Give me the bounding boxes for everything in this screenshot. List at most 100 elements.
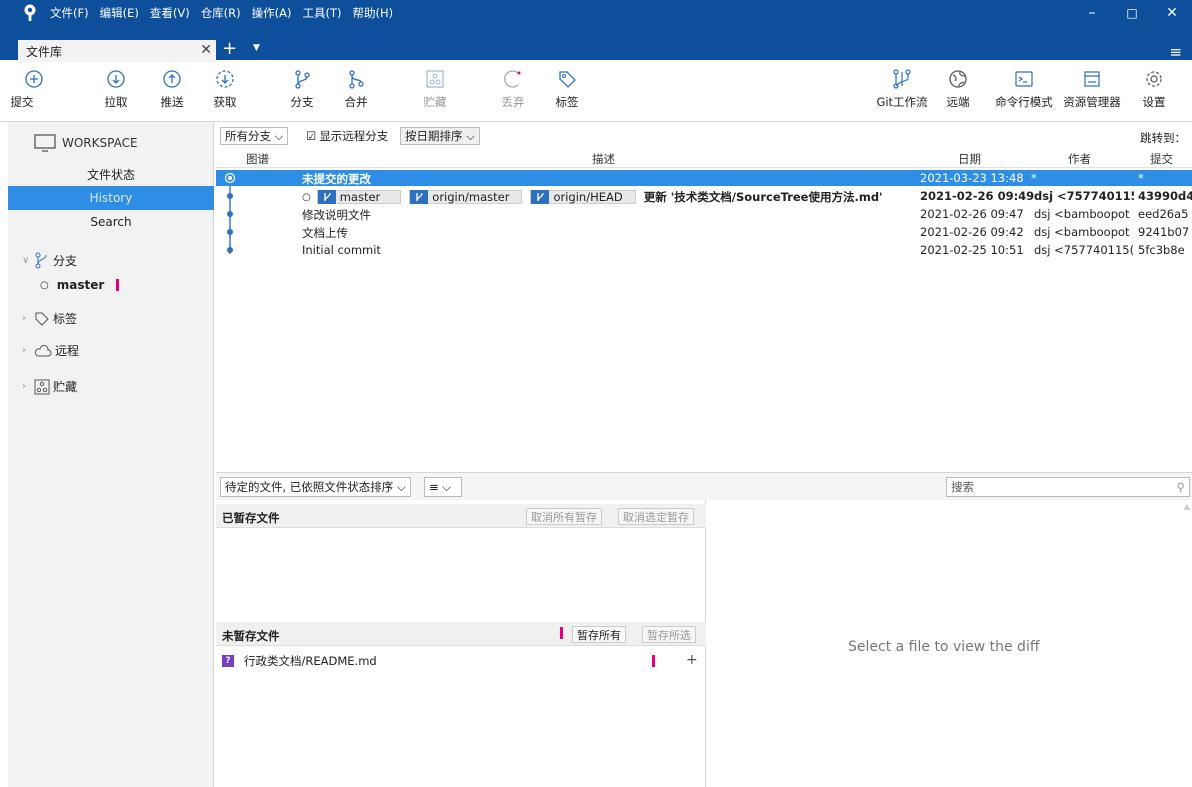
push-button[interactable]: 推送 [142, 68, 202, 110]
stash-icon [425, 68, 445, 90]
show-remote-checkbox[interactable]: ☑ 显示远程分支 [306, 128, 388, 144]
branch-item-master[interactable]: ○ master [40, 278, 120, 292]
menu-actions[interactable]: 操作(A) [252, 5, 292, 21]
table-row[interactable]: 文档上传 2021-02-26 09:42 dsj <bamboopot 924… [216, 224, 1192, 240]
list-item[interactable]: ? 行政类文档/README.md + [222, 652, 702, 670]
maximize-button[interactable]: □ [1112, 0, 1152, 26]
column-description[interactable]: 描述 [592, 151, 615, 167]
sidebar-group-remotes[interactable]: › 远程 [22, 342, 79, 359]
tab-row: 文件库 ✕ + ▼ ≡ [0, 38, 1192, 62]
branch-icon [292, 68, 312, 90]
terminal-icon [1014, 68, 1034, 90]
tab-dropdown-icon[interactable]: ▼ [253, 43, 260, 53]
sidebar-item-file-status[interactable]: 文件状态 [8, 162, 214, 186]
diff-panel: ▲ Select a file to view the diff [706, 500, 1192, 787]
branch-button[interactable]: 分支 [272, 68, 332, 110]
file-search-input[interactable]: 搜索 ⚲ [946, 477, 1190, 497]
repo-tab[interactable]: 文件库 ✕ [18, 40, 216, 62]
sidebar-group-branches[interactable]: ∨ 分支 [22, 251, 77, 269]
discard-icon [503, 68, 523, 90]
column-graph[interactable]: 图谱 [246, 151, 269, 167]
tab-close-icon[interactable]: ✕ [200, 42, 212, 58]
uncommitted-node-icon [224, 172, 236, 184]
column-date[interactable]: 日期 [958, 151, 981, 167]
window-controls: – □ ✕ [1072, 0, 1192, 26]
sidebar-group-stashes[interactable]: › 贮藏 [22, 378, 77, 395]
scroll-up-icon[interactable]: ▲ [1184, 502, 1190, 511]
view-mode-dropdown[interactable]: ≡ ⌵ [424, 477, 462, 497]
pull-button[interactable]: 拉取 [86, 68, 146, 110]
history-filter-bar: 所有分支 ⌵ ☑ 显示远程分支 按日期排序 ⌵ 跳转到： [216, 124, 1192, 146]
menu-bar: 文件(F) 编辑(E) 查看(V) 仓库(R) 操作(A) 工具(T) 帮助(H… [0, 0, 1192, 26]
globe-icon [948, 68, 968, 90]
history-list: 未提交的更改 2021-03-23 13:48 * * ○ master ori… [216, 168, 1192, 470]
commit-button[interactable]: 提交 [4, 68, 64, 110]
tag-button[interactable]: 标签 [537, 68, 597, 110]
minimize-button[interactable]: – [1072, 0, 1112, 26]
branch-filter-dropdown[interactable]: 所有分支 ⌵ [220, 127, 289, 145]
chevron-right-icon: › [22, 345, 26, 356]
table-row[interactable]: 未提交的更改 2021-03-23 13:48 * * [216, 170, 1192, 186]
sort-dropdown[interactable]: 按日期排序 ⌵ [400, 127, 480, 145]
commit-node-icon [227, 229, 233, 235]
marker-bar [560, 627, 563, 639]
unstage-all-button[interactable]: 取消所有暂存 [526, 508, 602, 525]
current-branch-dot-icon: ○ [40, 279, 49, 291]
menu-tools[interactable]: 工具(T) [303, 5, 342, 21]
column-author[interactable]: 作者 [1068, 151, 1091, 167]
close-button[interactable]: ✕ [1152, 0, 1192, 26]
explorer-button[interactable]: 资源管理器 [1062, 68, 1122, 110]
menu-help[interactable]: 帮助(H) [353, 5, 394, 21]
diff-placeholder: Select a file to view the diff [848, 639, 1040, 655]
pull-icon [106, 68, 126, 90]
column-commit[interactable]: 提交 [1150, 151, 1173, 167]
stage-file-plus-icon[interactable]: + [686, 652, 698, 668]
jump-to-label[interactable]: 跳转到： [1140, 130, 1186, 146]
new-tab-button[interactable]: + [222, 38, 237, 59]
search-icon: ⚲ [1176, 480, 1185, 494]
ref-tag-origin-head[interactable]: origin/HEAD [530, 190, 636, 204]
sidebar-item-search[interactable]: Search [8, 210, 214, 234]
menu-repository[interactable]: 仓库(R) [201, 5, 241, 21]
main-toolbar: 提交 拉取 推送 获取 分支 合并 贮藏 丢弃 标签 Git工作流 远端 命令行… [0, 62, 1192, 122]
sidebar-item-history[interactable]: History [8, 186, 214, 210]
marker-bar [116, 279, 120, 291]
unstage-selected-button[interactable]: 取消选定暂存 [618, 508, 694, 525]
settings-button[interactable]: 设置 [1124, 68, 1184, 110]
fetch-icon [215, 68, 235, 90]
stage-all-button[interactable]: 暂存所有 [572, 626, 626, 643]
branch-icon [317, 190, 336, 204]
gitflow-button[interactable]: Git工作流 [872, 68, 932, 110]
title-bar: 文件(F) 编辑(E) 查看(V) 仓库(R) 操作(A) 工具(T) 帮助(H… [0, 0, 1192, 62]
stash-button[interactable]: 贮藏 [405, 68, 465, 110]
gear-icon [1144, 68, 1164, 90]
hamburger-menu-icon[interactable]: ≡ [1169, 43, 1182, 61]
commit-node-icon [227, 247, 233, 253]
sidebar-group-tags[interactable]: › 标签 [22, 310, 77, 327]
ref-tag-origin-master[interactable]: origin/master [409, 190, 523, 204]
untracked-file-icon: ? [222, 655, 234, 667]
menu-view[interactable]: 查看(V) [150, 5, 190, 21]
remote-button[interactable]: 远端 [928, 68, 988, 110]
pending-files-sort-dropdown[interactable]: 待定的文件, 已依照文件状态排序 ⌵ [220, 477, 411, 497]
menu-edit[interactable]: 编辑(E) [100, 5, 139, 21]
table-row[interactable]: 修改说明文件 2021-02-26 09:47 dsj <bamboopot e… [216, 206, 1192, 222]
merge-button[interactable]: 合并 [326, 68, 386, 110]
branch-icon [410, 190, 429, 204]
ref-tag-master[interactable]: master [316, 190, 402, 204]
menu-file[interactable]: 文件(F) [50, 5, 89, 21]
commit-node-icon [227, 211, 233, 217]
table-row[interactable]: Initial commit 2021-02-25 10:51 dsj <757… [216, 242, 1192, 258]
history-column-header: 图谱 描述 日期 作者 提交 [216, 148, 1192, 168]
staged-files-header: 已暂存文件 取消所有暂存 取消选定暂存 [216, 504, 706, 528]
stage-selected-button[interactable]: 暂存所选 [642, 626, 696, 643]
unstaged-files-header: 未暂存文件 暂存所有 暂存所选 [216, 622, 706, 646]
left-sidebar: WORKSPACE 文件状态 History Search ∨ 分支 ○ mas… [8, 122, 214, 787]
repo-tab-title: 文件库 [26, 44, 63, 59]
monitor-icon [34, 134, 56, 152]
tag-icon [35, 312, 49, 326]
fetch-button[interactable]: 获取 [195, 68, 255, 110]
discard-button[interactable]: 丢弃 [483, 68, 543, 110]
table-row[interactable]: ○ master origin/master origin/HEAD 更新 '技… [216, 188, 1192, 204]
terminal-button[interactable]: 命令行模式 [994, 68, 1054, 110]
